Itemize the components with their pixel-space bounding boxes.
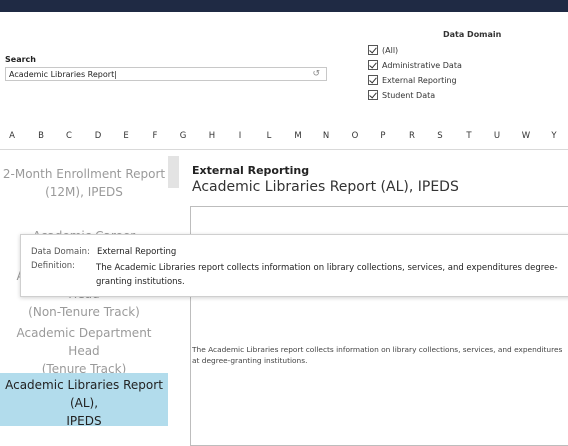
list-scrollbar[interactable] <box>168 156 179 188</box>
detail-category: External Reporting <box>192 164 310 177</box>
alpha-letter[interactable]: B <box>38 131 44 141</box>
alpha-letter[interactable]: N <box>323 131 329 141</box>
search-label: Search <box>5 55 36 64</box>
alpha-letter[interactable]: W <box>522 131 530 141</box>
domain-option-student[interactable]: Student Data <box>368 89 435 101</box>
domain-option-label: (All) <box>382 45 399 55</box>
detail-title: Academic Libraries Report (AL), IPEDS <box>192 179 459 195</box>
alpha-letter[interactable]: O <box>352 131 359 141</box>
refresh-icon[interactable]: ↺ <box>312 69 320 80</box>
domain-option-label: Student Data <box>382 90 436 100</box>
alpha-letter[interactable]: L <box>267 131 272 141</box>
checkbox-checked-icon[interactable] <box>368 75 378 85</box>
domain-option-label: Administrative Data <box>382 60 462 70</box>
detail-description: The Academic Libraries report collects i… <box>192 345 563 365</box>
alpha-letter[interactable]: R <box>409 131 415 141</box>
alpha-letter[interactable]: T <box>466 131 471 141</box>
alpha-letter[interactable]: G <box>180 131 187 141</box>
alpha-letter[interactable]: A <box>9 131 15 141</box>
search-input-value: Academic Libraries Report <box>9 69 117 80</box>
tooltip-definition-value: The Academic Libraries report collects i… <box>96 263 558 287</box>
domain-option-external[interactable]: External Reporting <box>368 74 457 86</box>
alpha-letter[interactable]: P <box>380 131 385 141</box>
domain-option-administrative[interactable]: Administrative Data <box>368 59 462 71</box>
list-item-selected[interactable]: Academic Libraries Report (AL), IPEDS <box>0 373 168 426</box>
alpha-letter[interactable]: F <box>153 131 158 141</box>
alpha-letter[interactable]: U <box>494 131 500 141</box>
alpha-letter[interactable]: E <box>123 131 128 141</box>
checkbox-checked-icon[interactable] <box>368 45 378 55</box>
divider <box>0 149 568 150</box>
top-banner <box>0 0 568 12</box>
checkbox-checked-icon[interactable] <box>368 90 378 100</box>
alpha-letter[interactable]: I <box>239 131 242 141</box>
alpha-letter[interactable]: H <box>209 131 215 141</box>
alpha-letter[interactable]: C <box>66 131 72 141</box>
alpha-letter[interactable]: D <box>95 131 102 141</box>
list-item[interactable]: 2-Month Enrollment Report (12M), IPEDS <box>0 165 168 201</box>
domain-option-label: External Reporting <box>382 75 457 85</box>
tooltip-domain-value: External Reporting <box>97 247 177 257</box>
tooltip-definition-key: Definition: <box>31 261 76 271</box>
list-item[interactable]: Academic Department Head (Tenure Track) <box>0 324 168 378</box>
search-input[interactable]: Academic Libraries Report ↺ <box>5 67 327 81</box>
domain-option-all[interactable]: (All) <box>368 44 398 56</box>
data-domain-title: Data Domain <box>443 30 502 39</box>
tooltip: Data Domain: External Reporting Definiti… <box>20 234 568 297</box>
alpha-letter[interactable]: Y <box>551 131 556 141</box>
alpha-letter[interactable]: M <box>294 131 301 141</box>
tooltip-domain-key: Data Domain: <box>31 247 90 257</box>
alpha-letter[interactable]: S <box>437 131 442 141</box>
alphabet-nav: A B C D E F G H I L M N O P R S T U W Y <box>0 131 568 145</box>
checkbox-checked-icon[interactable] <box>368 60 378 70</box>
